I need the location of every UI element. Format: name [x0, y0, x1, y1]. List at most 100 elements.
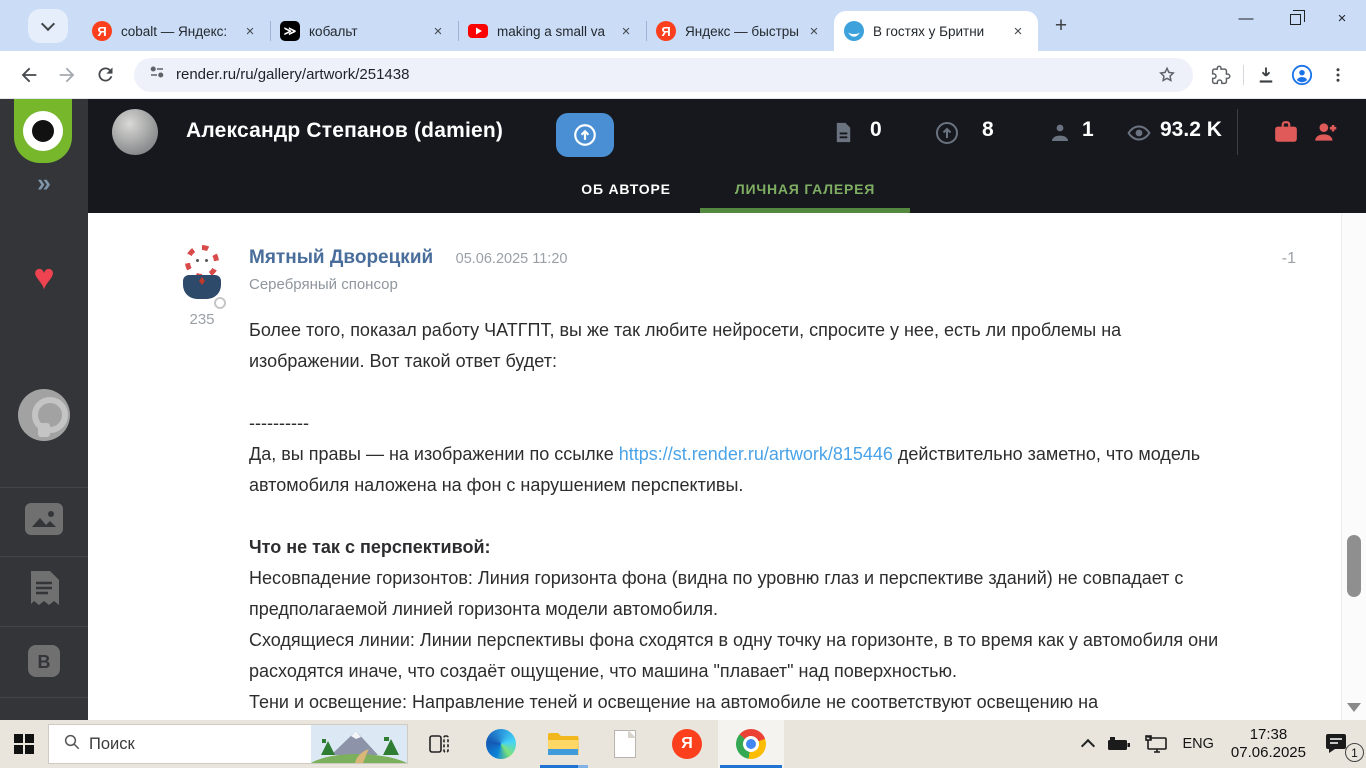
reload-button[interactable]	[86, 56, 124, 94]
page-scrollbar[interactable]	[1341, 213, 1366, 720]
profile-icon[interactable]	[1284, 57, 1320, 93]
webcam-avatar-icon[interactable]	[18, 389, 70, 441]
rating-icon	[935, 121, 959, 150]
site-info-icon[interactable]	[148, 63, 166, 86]
tab-close-button[interactable]: ×	[240, 23, 260, 40]
profile-tabs: ОБ АВТОРЕ ЛИЧНАЯ ГАЛЕРЕЯ	[88, 165, 1366, 213]
tab-close-button[interactable]: ×	[804, 23, 824, 40]
scrollbar-thumb[interactable]	[1347, 535, 1361, 597]
svg-text:B: B	[38, 652, 51, 672]
online-status-badge	[214, 297, 226, 309]
document-app-button[interactable]	[594, 720, 656, 768]
language-indicator[interactable]: ENG	[1176, 720, 1221, 768]
youtube-favicon-icon	[468, 21, 488, 41]
tab-close-button[interactable]: ×	[428, 23, 448, 40]
tray-expand-chevron[interactable]	[1076, 720, 1100, 768]
system-tray: ENG 17:38 07.06.2025 1	[1076, 720, 1366, 768]
render-ru-logo-icon[interactable]	[14, 99, 72, 163]
subscribers-count: 1	[1082, 118, 1094, 141]
extensions-icon[interactable]	[1203, 57, 1239, 93]
sidebar-divider	[0, 556, 88, 557]
forward-button[interactable]	[48, 56, 86, 94]
tab-close-button[interactable]: ×	[1008, 23, 1028, 40]
author-header: Александр Степанов (damien) 0 8 1 93.2 K…	[88, 99, 1366, 213]
back-button[interactable]	[10, 56, 48, 94]
commenter-avatar[interactable]	[176, 245, 228, 305]
chrome-browser-button[interactable]	[718, 720, 784, 768]
comment-paragraph: Несовпадение горизонтов: Линия горизонта…	[249, 568, 1184, 619]
yandex-browser-button[interactable]: Я	[656, 720, 718, 768]
views-icon	[1126, 121, 1152, 150]
portfolio-briefcase-icon[interactable]	[1272, 119, 1300, 150]
receipt-document-icon[interactable]	[0, 571, 88, 614]
bookmark-star-icon[interactable]	[1149, 57, 1185, 93]
file-explorer-button[interactable]	[532, 720, 594, 768]
posts-count: 0	[870, 118, 882, 141]
close-window-button[interactable]: ×	[1318, 0, 1366, 36]
browser-tab-3[interactable]: making a small va ×	[458, 11, 646, 51]
comment-body-block: Мятный Дворецкий 05.06.2025 11:20 Серебр…	[249, 247, 1309, 718]
browser-tab-2[interactable]: ≫ кобальт ×	[270, 11, 458, 51]
address-bar[interactable]: render.ru/ru/gallery/artwork/251438	[134, 57, 1193, 93]
yandex-favicon-icon: Я	[92, 21, 112, 41]
tab-title: cobalt — Яндекс:	[121, 23, 228, 39]
windows-taskbar: Поиск Я ENG 17:38 07.06.2025 1	[0, 720, 1366, 768]
tab-close-button[interactable]: ×	[616, 23, 636, 40]
browser-tab-5-active[interactable]: В гостях у Бритни ×	[834, 11, 1038, 51]
network-icon[interactable]	[1138, 720, 1176, 768]
tab-personal-gallery[interactable]: ЛИЧНАЯ ГАЛЕРЕЯ	[700, 181, 910, 197]
yandex-browser-icon: Я	[672, 729, 702, 759]
battery-icon[interactable]	[1100, 720, 1138, 768]
browser-tab-1[interactable]: Я cobalt — Яндекс: ×	[82, 11, 270, 51]
artwork-link[interactable]: https://st.render.ru/artwork/815446	[619, 444, 893, 464]
comment-paragraph: Более того, показал работу ЧАТГПТ, вы же…	[249, 320, 1122, 371]
upload-button[interactable]	[556, 113, 614, 157]
new-tab-button[interactable]: +	[1046, 11, 1076, 41]
tab-title: Яндекс — быстры	[685, 23, 799, 39]
sidebar-expand-icon[interactable]: »	[0, 169, 88, 198]
favorites-heart-icon[interactable]: ♥	[0, 259, 88, 295]
commenter-name[interactable]: Мятный Дворецкий	[249, 247, 433, 268]
restore-button[interactable]	[1270, 0, 1318, 36]
sidebar-divider	[0, 697, 88, 698]
screen: Я cobalt — Яндекс: × ≫ кобальт × making …	[0, 0, 1366, 768]
toolbar-divider	[1243, 64, 1244, 85]
tab-about-author[interactable]: ОБ АВТОРЕ	[536, 181, 716, 197]
scrollbar-down-arrow-icon[interactable]	[1347, 703, 1361, 712]
windows-logo-icon	[14, 734, 34, 754]
search-label: Поиск	[89, 734, 135, 753]
tray-time: 17:38	[1249, 726, 1288, 743]
menu-dots-icon[interactable]	[1320, 57, 1356, 93]
blog-icon[interactable]: B	[0, 645, 88, 683]
chrome-icon	[736, 729, 766, 759]
clock[interactable]: 17:38 07.06.2025	[1221, 726, 1316, 762]
comment-paragraph: Да, вы правы — на изображении по ссылке …	[249, 439, 1229, 501]
notification-center-button[interactable]: 1	[1320, 720, 1364, 768]
logo-ring	[23, 111, 63, 151]
folder-icon	[548, 733, 579, 755]
url-text[interactable]: render.ru/ru/gallery/artwork/251438	[176, 66, 1149, 83]
header-divider	[1237, 109, 1238, 155]
tab-title: making a small va	[497, 23, 606, 39]
chevron-up-icon	[1080, 738, 1095, 754]
chevron-down-icon	[40, 16, 56, 31]
rating-count: 8	[982, 118, 994, 141]
minimize-button[interactable]: —	[1222, 0, 1270, 36]
task-view-button[interactable]	[408, 720, 470, 768]
taskbar-search[interactable]: Поиск	[48, 724, 408, 764]
author-avatar[interactable]	[112, 109, 158, 155]
site-sidebar: » ♥ B	[0, 99, 88, 720]
start-button[interactable]	[0, 720, 48, 768]
comment-heading: Что не так с перспективой:	[249, 537, 491, 557]
edge-browser-button[interactable]	[470, 720, 532, 768]
avatar-face	[190, 250, 214, 274]
comment-timestamp: 05.06.2025 11:20	[455, 251, 568, 267]
gallery-image-icon[interactable]	[0, 503, 88, 540]
tab-search-button[interactable]	[28, 9, 68, 43]
search-highlight-image[interactable]	[311, 725, 407, 763]
commenter-karma: 235	[189, 311, 215, 328]
site-favicon-icon	[844, 21, 864, 41]
download-icon[interactable]	[1248, 57, 1284, 93]
add-friend-icon[interactable]	[1312, 119, 1340, 150]
browser-tab-4[interactable]: Я Яндекс — быстры ×	[646, 11, 834, 51]
